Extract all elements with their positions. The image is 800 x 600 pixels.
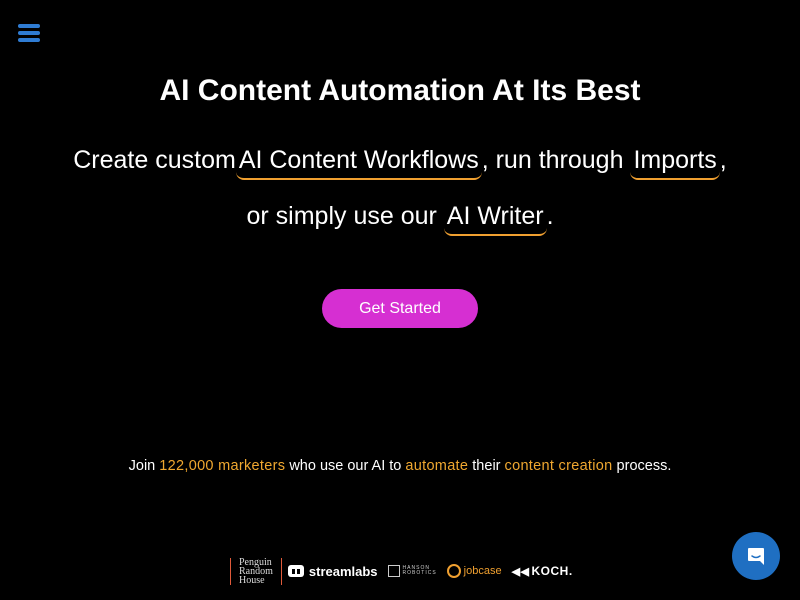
ai-writer-link[interactable]: AI Writer (443, 202, 547, 236)
page-title: AI Content Automation At Its Best (159, 74, 641, 107)
logo-text: jobcase (463, 565, 502, 577)
social-proof-part: who use our AI to (289, 458, 402, 474)
logo-text: ROBOTICS (402, 570, 437, 576)
penguin-random-house-logo: Penguin Random House (230, 557, 282, 586)
logo-text: KOCH. (531, 564, 573, 578)
subtitle-text: , (719, 146, 727, 174)
social-proof-text: Join 122,000 marketers who use our AI to… (0, 458, 800, 474)
subtitle-text: , run through (481, 146, 624, 174)
automate-highlight: automate (405, 458, 469, 474)
hamburger-menu-icon[interactable] (18, 24, 40, 44)
hanson-robotics-logo: HANSON ROBOTICS (387, 565, 437, 577)
koch-icon: ◀◀ (511, 565, 530, 578)
marketers-count: 122,000 marketers (159, 458, 286, 474)
koch-logo: ◀◀ KOCH. (512, 564, 573, 578)
get-started-button[interactable]: Get Started (322, 289, 478, 328)
subtitle-text: . (546, 202, 554, 230)
chat-launcher-button[interactable] (732, 532, 780, 580)
customer-logos: Penguin Random House streamlabs HANSON R… (230, 557, 573, 585)
subtitle-text: Create custom (73, 146, 236, 174)
imports-link[interactable]: Imports (630, 146, 720, 180)
hanson-robotics-icon (387, 565, 400, 577)
social-proof-part: Join (128, 458, 156, 474)
streamlabs-icon (287, 565, 304, 577)
hero-subtitle-line-1: Create custom AI Content Workflows, run t… (0, 146, 800, 180)
jobcase-logo: jobcase (446, 564, 502, 578)
social-proof-part: their (472, 458, 501, 474)
hero-subtitle-line-2: or simply use our AI Writer. (0, 202, 800, 236)
logo-text: House (239, 574, 265, 586)
content-creation-highlight: content creation (504, 458, 613, 474)
ai-content-workflows-link[interactable]: AI Content Workflows (235, 146, 482, 180)
logo-text: streamlabs (308, 563, 378, 579)
chat-bubble-icon (748, 548, 764, 565)
social-proof-part: process. (616, 458, 672, 474)
jobcase-icon (446, 564, 461, 578)
streamlabs-logo: streamlabs (287, 563, 378, 579)
landing-page: AI Content Automation At Its Best Create… (0, 0, 800, 600)
subtitle-text: or simply use our (246, 202, 437, 230)
